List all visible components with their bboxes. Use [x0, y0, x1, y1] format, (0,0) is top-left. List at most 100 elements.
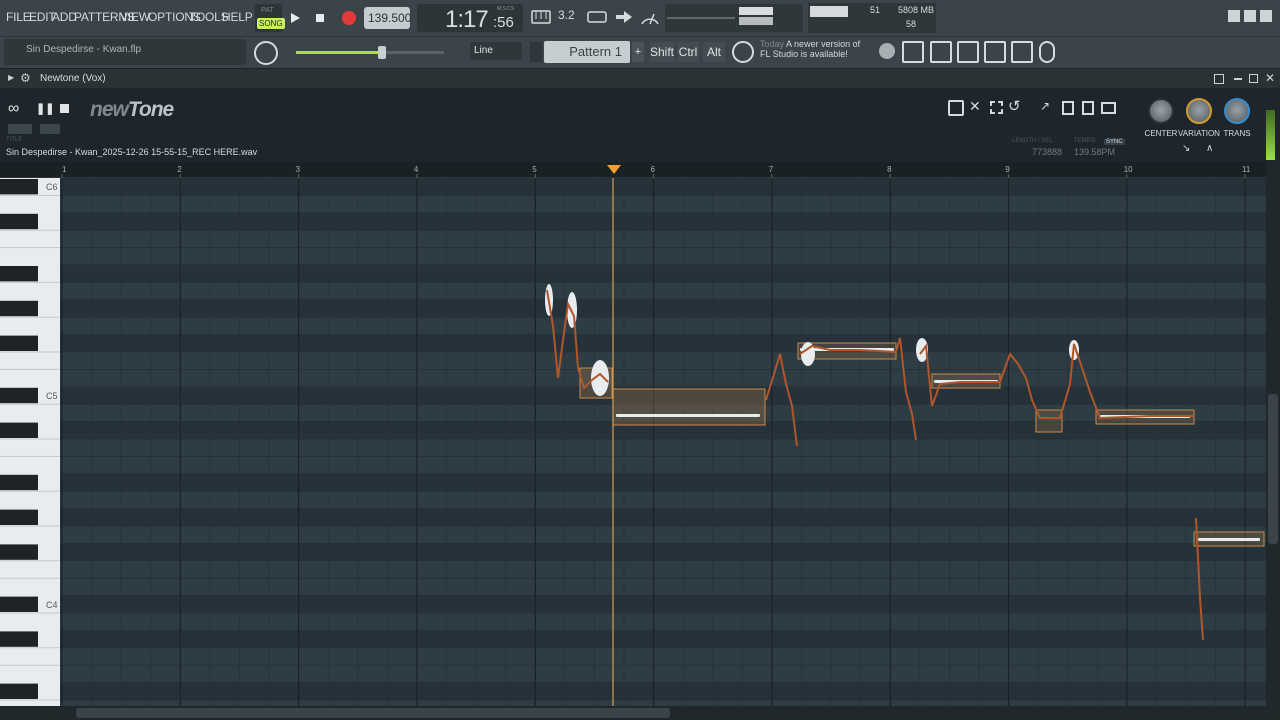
cut-icon[interactable]: ✕ [969, 98, 981, 115]
horizontal-scroll-thumb[interactable] [76, 708, 670, 718]
select-icon[interactable] [990, 101, 1003, 114]
note-blob[interactable] [612, 388, 766, 426]
c4-label: C4 [46, 600, 58, 610]
menu-view[interactable]: VIEW [120, 10, 150, 24]
play-button[interactable] [286, 8, 304, 28]
export-icon[interactable] [1062, 101, 1074, 115]
pattern-selector[interactable]: Pattern 1 [544, 41, 630, 63]
grid-row [60, 351, 1266, 370]
pattern-add-button[interactable]: + [632, 42, 644, 62]
gear-icon[interactable]: ⚙ [20, 71, 31, 85]
playlist-button[interactable] [902, 41, 924, 63]
minimize-button[interactable] [1228, 10, 1240, 22]
pattern-prev-button[interactable] [530, 42, 542, 62]
shift-key-button[interactable]: Shift [650, 42, 674, 62]
black-key[interactable] [0, 683, 38, 699]
black-key[interactable] [0, 422, 38, 438]
stop-button[interactable] [312, 8, 330, 28]
globe-icon[interactable] [879, 43, 895, 59]
black-key[interactable] [0, 266, 38, 282]
sync-button[interactable]: SYNC [1104, 139, 1125, 145]
menu-file[interactable]: FILE [6, 10, 31, 24]
grid-row [60, 647, 1266, 666]
note-blob[interactable] [1035, 409, 1063, 433]
link-button[interactable] [8, 124, 32, 134]
channel-rack-icon[interactable] [930, 41, 952, 63]
step-edit-button[interactable] [613, 8, 635, 26]
countdown-button[interactable]: 3.2 [558, 8, 580, 26]
project-title-box[interactable]: Sin Despedirse - Kwan.flp [4, 39, 246, 65]
main-toolbar: FILE EDIT ADD PATTERNS VIEW OPTIONS TOOL… [0, 0, 1280, 36]
black-key[interactable] [0, 509, 38, 525]
master-volume-slider[interactable] [296, 46, 444, 59]
scroll-button[interactable] [40, 124, 60, 134]
tool-arrow-icon[interactable]: ↘ [1182, 143, 1190, 154]
loop-record-button[interactable] [586, 8, 608, 26]
secondary-toolbar: Sin Despedirse - Kwan.flp Line Pattern 1… [0, 36, 1280, 68]
waveform-segment [616, 414, 760, 417]
browser-icon[interactable] [1011, 41, 1033, 63]
pause-icon[interactable]: ❚❚ [36, 102, 54, 115]
plugin-minimize-button[interactable] [1234, 78, 1242, 80]
snap-select[interactable]: Line [470, 42, 522, 60]
cpu-memory-monitor: 51 5808 MB 58 [808, 3, 936, 33]
alt-key-button[interactable]: Alt [703, 42, 725, 62]
playhead-marker[interactable] [607, 162, 621, 174]
black-key[interactable] [0, 387, 38, 404]
vertical-scrollbar[interactable] [1266, 162, 1280, 706]
black-key[interactable] [0, 300, 38, 317]
arrow-right-icon [616, 11, 632, 23]
horizontal-scrollbar[interactable] [0, 706, 1280, 720]
typing-keyboard-button[interactable] [530, 8, 552, 26]
black-key[interactable] [0, 213, 38, 230]
pitch-curve-icon[interactable]: ↗ [1040, 99, 1050, 113]
variation-knob[interactable] [1186, 98, 1212, 124]
volume-handle[interactable] [378, 46, 386, 59]
record-button[interactable] [339, 8, 359, 28]
grid-row [60, 438, 1266, 457]
pitch-editor-grid[interactable] [60, 178, 1266, 706]
restore-button[interactable] [1244, 10, 1256, 22]
trans-knob[interactable] [1224, 98, 1250, 124]
microphone-icon[interactable] [1039, 41, 1055, 63]
save-icon[interactable] [948, 100, 964, 116]
reset-icon[interactable]: ↺ [1008, 97, 1021, 115]
mixer-icon[interactable] [984, 41, 1006, 63]
plugin-close-button[interactable]: ✕ [1265, 71, 1275, 85]
metronome-button[interactable] [639, 6, 661, 28]
black-key[interactable] [0, 596, 38, 612]
time-main: 1:17 [445, 6, 489, 33]
piano-roll-icon[interactable] [957, 41, 979, 63]
keyboard-icon [531, 10, 551, 24]
plugin-detach-button[interactable] [1214, 74, 1224, 84]
ctrl-key-button[interactable]: Ctrl [677, 42, 699, 62]
pat-song-toggle[interactable]: PAT SONG [255, 4, 285, 32]
black-key[interactable] [0, 474, 38, 491]
black-key[interactable] [0, 335, 38, 351]
master-pitch-knob[interactable] [254, 41, 278, 65]
shift-label: Shift [650, 45, 675, 59]
ruler-label: 11 [1242, 165, 1251, 174]
snap-value: Line [474, 45, 493, 56]
c5-label: C5 [46, 391, 58, 401]
memory-value: 5808 MB [898, 5, 935, 15]
infinity-icon[interactable]: ∞ [8, 100, 19, 118]
center-knob[interactable] [1148, 98, 1174, 124]
plugin-maximize-button[interactable] [1249, 74, 1258, 83]
midi-export-icon[interactable] [1101, 102, 1116, 114]
menu-help[interactable]: HELP [222, 10, 253, 24]
black-key[interactable] [0, 179, 38, 195]
expand-arrow-icon[interactable]: ▶ [8, 73, 14, 82]
vertical-scroll-thumb[interactable] [1268, 394, 1278, 544]
copy-icon[interactable] [1082, 101, 1094, 115]
timeline-ruler[interactable]: 1 2 3 4 5 6 7 8 9 10 11 [0, 162, 1266, 178]
piano-keyboard[interactable]: C6 C5 C4 [0, 178, 60, 706]
black-key[interactable] [0, 631, 38, 647]
close-app-button[interactable] [1260, 10, 1272, 22]
title-caption: TITLE [6, 137, 23, 143]
time-display[interactable]: 1:17 :56 M:S:CS [417, 4, 523, 33]
stop-icon[interactable] [60, 104, 69, 113]
tempo-display[interactable]: 139.500 [364, 7, 411, 29]
black-key[interactable] [0, 544, 38, 560]
tool-curve-icon[interactable]: ∧ [1206, 143, 1213, 154]
